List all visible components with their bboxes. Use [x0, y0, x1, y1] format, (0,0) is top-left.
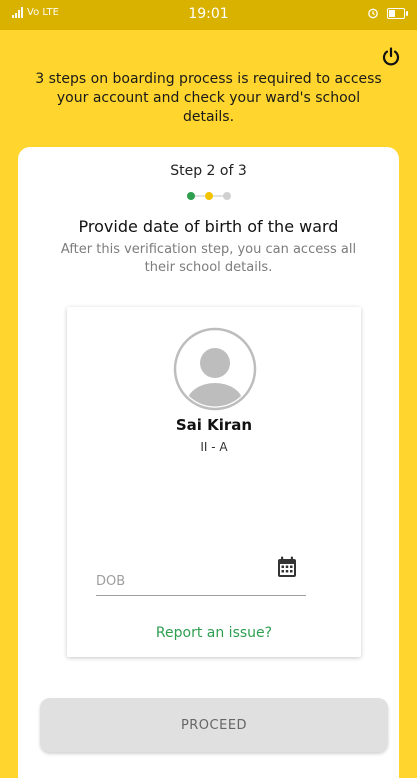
power-icon: [382, 47, 400, 66]
student-card: Sai Kiran II - A Report an issue?: [67, 307, 361, 657]
onboarding-card: Step 2 of 3 Provide date of birth of the…: [18, 147, 399, 778]
step-label: Step 2 of 3: [170, 163, 247, 179]
onboarding-intro-text: 3 steps on boarding process is required …: [35, 71, 382, 125]
student-class: II - A: [200, 440, 228, 454]
step-dot-1: [186, 192, 195, 200]
proceed-button[interactable]: PROCEED: [40, 698, 388, 752]
user-avatar-icon: [173, 327, 257, 411]
status-icons: [367, 7, 408, 19]
status-time: 19:01: [188, 6, 229, 22]
step-dot-3: [222, 192, 231, 200]
step-dot-2: [204, 192, 213, 200]
alarm-icon: [368, 8, 378, 19]
battery-icon: [387, 7, 408, 19]
step-indicator: [186, 192, 231, 200]
student-name: Sai Kiran: [175, 416, 253, 434]
verification-subtext: After this verification step, you can ac…: [60, 242, 357, 275]
dob-input[interactable]: [96, 569, 306, 596]
status-bar: Vo LTE 19:01: [0, 0, 417, 30]
logout-button[interactable]: [379, 45, 403, 69]
verification-heading: Provide date of birth of the ward: [78, 217, 339, 236]
report-issue-link[interactable]: Report an issue?: [67, 625, 361, 641]
